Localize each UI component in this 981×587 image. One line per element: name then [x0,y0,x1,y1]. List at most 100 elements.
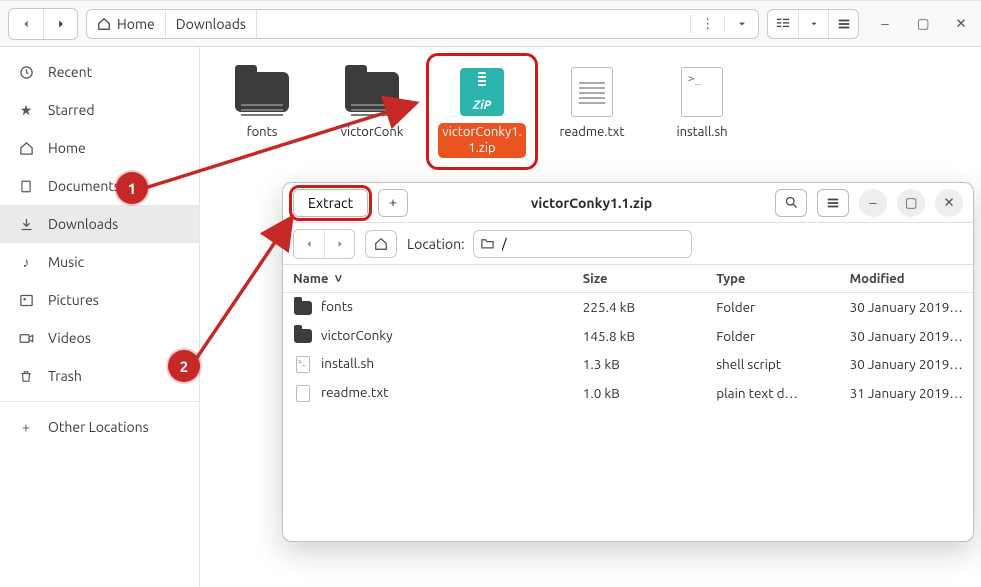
col-modified[interactable]: Modified [840,265,973,293]
callout-2: 2 [168,350,200,382]
maximize-button[interactable]: ▢ [911,12,935,36]
fm-right-controls: – ▢ ✕ [767,9,973,39]
sidebar: Recent ★ Starred Home Documents Download… [0,47,200,587]
sidebar-item-home[interactable]: Home [0,129,199,167]
sidebar-label: Starred [48,102,95,118]
cell-modified: 31 January 2019, 10:49 [840,379,973,408]
back-button[interactable] [9,9,43,39]
am-forward-button[interactable] [324,230,354,258]
file-victorconk[interactable]: victorConk [322,59,422,149]
location-input[interactable] [473,230,692,258]
am-file-list: Name ˅ Size Type Modified fonts 225.4 kB… [283,265,973,541]
file-fonts[interactable]: fonts [212,59,312,149]
table-row[interactable]: victorConky 145.8 kB Folder 30 January 2… [283,322,973,351]
text-file-icon [561,65,623,119]
close-button[interactable]: ✕ [949,12,973,36]
cell-name: readme.txt [321,384,388,400]
sidebar-label: Downloads [48,216,118,232]
picture-icon [18,292,34,308]
col-type[interactable]: Type [706,265,839,293]
sidebar-item-music[interactable]: ♪ Music [0,243,199,281]
forward-button[interactable] [43,9,77,39]
search-button[interactable] [775,189,807,217]
cell-name: install.sh [321,355,374,371]
home-icon [18,140,34,156]
chevron-down-icon [736,18,748,30]
view-toggle-group [767,9,859,39]
document-icon [18,178,34,194]
archive-manager-window: Extract + victorConky1.1.zip – ▢ ✕ Locat… [282,182,974,542]
folder-icon [341,65,403,119]
cell-type: Folder [706,322,839,351]
am-close-button[interactable]: ✕ [935,189,963,217]
cell-type: shell script [706,350,839,379]
breadcrumb-home[interactable]: Home [87,10,166,38]
am-back-button[interactable] [294,230,324,258]
folder-icon [480,236,495,254]
file-install-sh[interactable]: >_ install.sh [652,59,752,149]
hamburger-menu-button[interactable] [828,10,858,38]
sidebar-item-videos[interactable]: Videos [0,319,199,357]
minimize-button[interactable]: – [873,12,897,36]
am-nav-group [293,229,355,259]
sidebar-label: Home [48,140,86,156]
sidebar-item-downloads[interactable]: Downloads [0,205,199,243]
search-icon [784,195,799,210]
breadcrumb-bar: Home Downloads ⋮ [86,9,759,39]
breadcrumb-downloads[interactable]: Downloads [166,10,257,38]
sidebar-separator [0,401,199,402]
chevron-right-icon [334,238,346,250]
add-files-button[interactable]: + [378,189,408,217]
sidebar-item-documents[interactable]: Documents [0,167,199,205]
cell-size: 145.8 kB [573,322,706,351]
am-minimize-button[interactable]: – [859,189,887,217]
am-home-button[interactable] [365,230,397,258]
breadcrumb-seg2-label: Downloads [176,16,246,32]
script-file-icon: >_ [671,65,733,119]
cell-size: 225.4 kB [573,293,706,322]
hamburger-icon [837,17,851,31]
col-name[interactable]: Name ˅ [283,265,573,293]
table-row[interactable]: fonts 225.4 kB Folder 30 January 2019, 1… [283,293,973,322]
sidebar-label: Documents [48,178,120,194]
path-more-button[interactable]: ⋮ [690,15,724,33]
folder-icon [293,327,313,345]
icon-view-icon [776,17,790,31]
cell-modified: 30 January 2019, 12:37 [840,350,973,379]
icon-view-button[interactable] [768,10,798,38]
folder-icon [293,299,313,317]
chevron-right-icon [54,17,68,31]
table-row[interactable]: readme.txt 1.0 kB plain text d… 31 Janua… [283,379,973,408]
breadcrumb-seg1-label: Home [117,16,155,32]
path-dropdown-button[interactable] [724,17,758,31]
sidebar-item-pictures[interactable]: Pictures [0,281,199,319]
fm-window-controls: – ▢ ✕ [873,12,973,36]
trash-icon [18,368,34,384]
text-file-icon [293,384,313,402]
cell-modified: 30 January 2019, 00:27 [840,322,973,351]
am-menu-button[interactable] [817,189,849,217]
sidebar-item-other-locations[interactable]: + Other Locations [0,408,199,446]
view-dropdown-button[interactable] [798,10,828,38]
sidebar-item-starred[interactable]: ★ Starred [0,91,199,129]
extract-button[interactable]: Extract [293,189,368,217]
file-readme[interactable]: readme.txt [542,59,642,149]
hamburger-icon [826,196,840,210]
table-row[interactable]: >_install.sh 1.3 kB shell script 30 Janu… [283,350,973,379]
file-victorconky-zip[interactable]: ZiP victorConky1.1.zip [432,59,532,164]
folder-icon [231,65,293,119]
music-icon: ♪ [18,254,34,270]
sidebar-label: Recent [48,64,92,80]
sidebar-label: Pictures [48,292,99,308]
sidebar-item-recent[interactable]: Recent [0,53,199,91]
sidebar-label: Videos [48,330,91,346]
video-icon [18,330,34,346]
am-maximize-button[interactable]: ▢ [897,189,925,217]
am-headerbar: Extract + victorConky1.1.zip – ▢ ✕ [283,183,973,223]
fm-headerbar: Home Downloads ⋮ [0,1,981,47]
cell-modified: 30 January 2019, 11:05 [840,293,973,322]
col-size[interactable]: Size [573,265,706,293]
zip-icon: ZiP [451,65,513,119]
plus-icon: + [18,419,34,435]
sort-indicator-icon: ˅ [335,272,343,286]
